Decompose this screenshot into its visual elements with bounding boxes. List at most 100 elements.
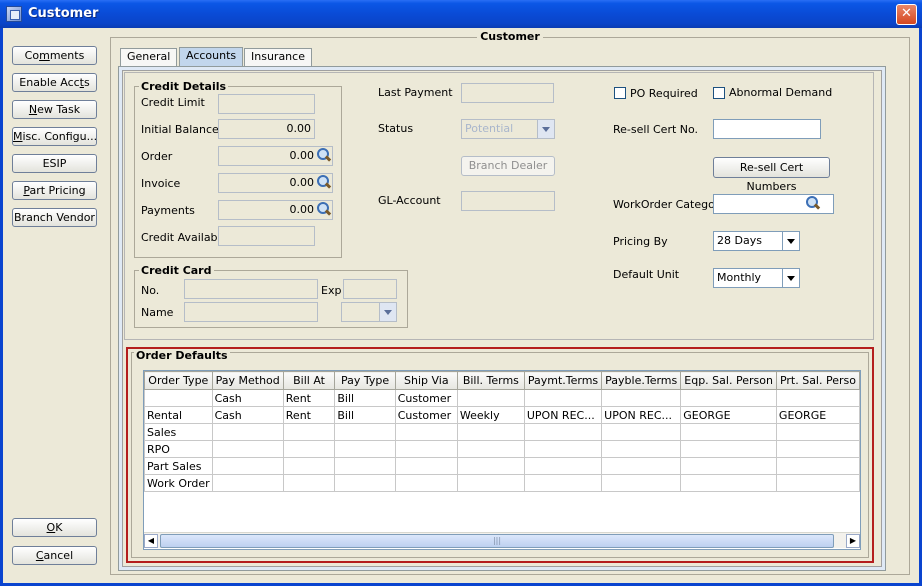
table-row[interactable]: RPO <box>144 440 860 458</box>
table-cell[interactable] <box>523 389 603 407</box>
table-cell[interactable]: UPON REC... <box>523 406 603 424</box>
table-cell[interactable] <box>601 474 682 492</box>
table-cell[interactable] <box>601 457 682 475</box>
table-cell[interactable] <box>775 440 860 458</box>
column-header[interactable]: Bill. Terms <box>456 371 525 390</box>
resell-cert-numbers-button[interactable]: Re-sell Cert Numbers <box>713 157 830 193</box>
table-cell[interactable] <box>523 440 603 458</box>
table-cell[interactable] <box>211 440 284 458</box>
table-cell[interactable] <box>775 389 860 407</box>
table-cell[interactable] <box>523 457 603 475</box>
table-cell[interactable] <box>394 440 458 458</box>
table-cell[interactable] <box>456 440 525 458</box>
table-cell[interactable] <box>456 423 525 441</box>
table-cell[interactable]: Weekly <box>456 406 525 424</box>
order-defaults-grid[interactable]: Order Type Pay Method Bill At Pay Type Ship … <box>143 370 861 550</box>
pricing-by-dropdown-icon[interactable] <box>782 232 799 250</box>
table-cell[interactable]: Rent <box>282 406 336 424</box>
column-header[interactable]: Pay Type <box>334 371 396 390</box>
table-cell[interactable] <box>334 423 396 441</box>
misc-config-button[interactable]: Misc. Configu... <box>12 127 97 146</box>
table-cell[interactable] <box>334 440 396 458</box>
table-cell[interactable] <box>282 423 336 441</box>
table-cell[interactable]: Bill <box>334 406 396 424</box>
table-cell[interactable]: Bill <box>334 389 396 407</box>
column-header[interactable]: Paymt.Terms <box>523 371 603 390</box>
branch-vendor-button[interactable]: Branch Vendor <box>12 208 97 227</box>
table-cell[interactable] <box>523 474 603 492</box>
table-cell[interactable]: RPO <box>144 440 213 458</box>
title-bar[interactable]: Customer ✕ <box>0 0 922 28</box>
table-cell[interactable]: Rent <box>282 389 336 407</box>
default-unit-dropdown-icon[interactable] <box>782 269 799 287</box>
po-required-checkbox[interactable] <box>614 87 626 99</box>
table-cell[interactable] <box>334 474 396 492</box>
table-cell[interactable] <box>601 389 682 407</box>
table-cell[interactable]: GEORGE <box>680 406 777 424</box>
payments-search-icon[interactable] <box>317 202 331 216</box>
table-row[interactable]: Sales <box>144 423 860 441</box>
table-cell[interactable] <box>680 389 777 407</box>
table-cell[interactable] <box>211 474 284 492</box>
column-header[interactable]: Eqp. Sal. Person <box>680 371 777 390</box>
scroll-right-icon[interactable]: ▶ <box>846 534 860 548</box>
default-unit-select[interactable]: Monthly <box>713 268 800 288</box>
table-cell[interactable]: Cash <box>211 406 284 424</box>
table-cell[interactable] <box>680 440 777 458</box>
ok-button[interactable]: OK <box>12 518 97 537</box>
table-cell[interactable]: UPON REC... <box>601 406 682 424</box>
column-header[interactable]: Prt. Sal. Perso <box>775 371 860 390</box>
table-row[interactable]: Part Sales <box>144 457 860 475</box>
resell-cert-input[interactable] <box>713 119 821 139</box>
table-cell[interactable] <box>394 423 458 441</box>
table-cell[interactable] <box>456 457 525 475</box>
comments-button[interactable]: Comments <box>12 46 97 65</box>
enable-accts-button[interactable]: Enable Accts <box>12 73 97 92</box>
table-cell[interactable] <box>680 457 777 475</box>
table-cell[interactable]: Customer <box>394 406 458 424</box>
table-row[interactable]: Work Order <box>144 474 860 492</box>
table-cell[interactable]: Part Sales <box>144 457 213 475</box>
table-cell[interactable] <box>523 423 603 441</box>
tab-insurance[interactable]: Insurance <box>244 48 312 66</box>
tab-general[interactable]: General <box>120 48 178 66</box>
table-cell[interactable] <box>282 457 336 475</box>
table-cell[interactable] <box>601 423 682 441</box>
table-cell[interactable] <box>394 474 458 492</box>
table-cell[interactable] <box>680 423 777 441</box>
column-header[interactable]: Payble.Terms <box>601 371 682 390</box>
table-cell[interactable]: Rental <box>144 406 213 424</box>
scroll-left-icon[interactable]: ◀ <box>144 534 158 548</box>
column-header[interactable]: Pay Method <box>211 371 284 390</box>
pricing-by-select[interactable]: 28 Days <box>713 231 800 251</box>
table-cell[interactable] <box>211 457 284 475</box>
horizontal-scrollbar[interactable]: ◀ ||| ▶ <box>144 532 860 548</box>
table-cell[interactable] <box>282 440 336 458</box>
workorder-category-search-icon[interactable] <box>806 196 820 210</box>
table-cell[interactable] <box>456 474 525 492</box>
table-cell[interactable]: Sales <box>144 423 213 441</box>
part-pricing-button[interactable]: Part Pricing <box>12 181 97 200</box>
table-cell[interactable] <box>680 474 777 492</box>
table-cell[interactable] <box>144 389 213 407</box>
column-header[interactable]: Bill At <box>282 371 336 390</box>
abnormal-demand-checkbox[interactable] <box>713 87 725 99</box>
table-cell[interactable]: Work Order <box>144 474 213 492</box>
table-row[interactable]: Rental Cash Rent Bill Customer Weekly UPON REC… <box>144 406 860 424</box>
tab-accounts[interactable]: Accounts <box>179 47 244 67</box>
table-cell[interactable] <box>282 474 336 492</box>
table-cell[interactable] <box>775 457 860 475</box>
order-search-icon[interactable] <box>317 148 331 162</box>
cancel-button[interactable]: Cancel <box>12 546 97 565</box>
table-cell[interactable] <box>211 423 284 441</box>
table-cell[interactable]: GEORGE <box>775 406 860 424</box>
table-cell[interactable] <box>456 389 525 407</box>
table-cell[interactable] <box>775 423 860 441</box>
table-cell[interactable]: Customer <box>394 389 458 407</box>
close-button[interactable]: ✕ <box>896 4 917 25</box>
scroll-thumb[interactable]: ||| <box>160 534 834 548</box>
table-cell[interactable] <box>775 474 860 492</box>
table-row[interactable]: Cash Rent Bill Customer <box>144 389 860 407</box>
table-cell[interactable]: Cash <box>211 389 284 407</box>
invoice-search-icon[interactable] <box>317 175 331 189</box>
